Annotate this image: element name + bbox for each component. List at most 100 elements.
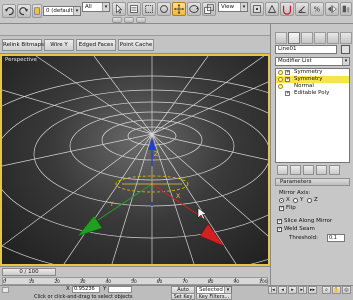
command-panel: Line01 Modifier List ▾ + Symmetry + Symm… (270, 24, 353, 285)
selection-filter-dropdown[interactable]: All ▾ (82, 2, 110, 12)
tab-relink-bitmaps[interactable]: Relink Bitmaps (2, 39, 44, 51)
redo-icon[interactable] (17, 4, 31, 18)
tab-edged-faces[interactable]: Edged Faces (76, 39, 116, 51)
pin-stack-icon[interactable] (277, 165, 288, 175)
set-key-button[interactable]: Set Key (171, 293, 195, 300)
select-move-icon[interactable] (172, 2, 186, 16)
ribbon-strip (0, 24, 270, 36)
stack-item-selected[interactable]: + Symmetry (276, 76, 349, 83)
axis-y-radio[interactable] (293, 198, 298, 203)
timeline-track[interactable]: 0 10 20 30 40 50 60 70 80 90 100 (2, 277, 268, 285)
percent-snap-icon[interactable]: % (310, 2, 324, 16)
weld-seam-checkbox[interactable]: ✓ (277, 227, 282, 232)
viewport-label[interactable]: Perspective (5, 57, 37, 63)
select-rotate-icon[interactable] (187, 2, 201, 16)
expand-icon[interactable]: + (285, 70, 290, 75)
key-filters-button[interactable]: Key Filters... (196, 293, 232, 300)
snap-toggle-icon[interactable] (280, 2, 294, 16)
select-object-icon[interactable] (112, 2, 126, 16)
status-bar: X 0.95236 Y Auto Key Selected ▾ Set Key … (0, 285, 353, 300)
lightbulb-icon[interactable] (278, 77, 283, 82)
modifier-stack[interactable]: + Symmetry + Symmetry Normal + Editable … (275, 68, 350, 163)
wireframe-mesh: Y X Z (2, 56, 268, 264)
axis-z-radio[interactable] (307, 198, 312, 203)
chevron-down-icon: ▾ (102, 3, 109, 11)
align-icon[interactable] (340, 2, 352, 16)
orbit-icon[interactable]: ◎ (342, 286, 351, 294)
next-frame-icon[interactable]: ▸| (298, 286, 307, 294)
configure-sets-icon[interactable] (329, 165, 340, 175)
select-scale-icon[interactable] (202, 2, 216, 16)
tab-wire-y[interactable]: Wire Y (44, 39, 74, 51)
chevron-down-icon: ▾ (342, 58, 349, 65)
unlink-icon[interactable] (124, 17, 134, 23)
mirror-icon[interactable] (325, 2, 339, 16)
layer-dropdown-value: 0 (default) (46, 8, 75, 14)
tab-label: Relink Bitmaps (3, 42, 44, 48)
tab-point-cache[interactable]: Point Cache (118, 39, 154, 51)
select-manipulate-icon[interactable] (265, 2, 279, 16)
key-filters-label: Key Filters... (198, 294, 230, 300)
play-icon[interactable]: ▸ (288, 286, 297, 294)
angle-snap-icon[interactable] (295, 2, 309, 16)
transform-gizmo: Y X Z (77, 138, 225, 247)
tab-label: Wire Y (50, 42, 68, 48)
x-coordinate-field[interactable]: 0.95236 (72, 286, 100, 293)
time-slider[interactable]: 0 / 100 (2, 268, 56, 276)
tab-label: Edged Faces (78, 42, 114, 48)
rectangular-selection-icon[interactable] (142, 2, 156, 16)
graphite-ribbon: Relink Bitmaps Wire Y Edged Faces Point … (0, 36, 270, 54)
axis-x-radio[interactable] (279, 198, 284, 203)
modify-tab-icon[interactable] (288, 32, 300, 44)
axis-z-label: Z (314, 197, 318, 203)
frame-display: 0 / 100 (19, 269, 39, 275)
object-color-swatch[interactable] (341, 45, 350, 54)
stack-item[interactable]: + Editable Poly (276, 90, 349, 97)
expand-icon[interactable]: + (285, 91, 290, 96)
perspective-viewport[interactable]: Perspective Y X Z (0, 54, 270, 266)
lock-icon[interactable] (2, 287, 9, 293)
previous-frame-icon[interactable]: ◂ (278, 286, 287, 294)
create-tab-icon[interactable] (275, 32, 287, 44)
weld-seam-label: Weld Seam (284, 226, 315, 232)
pan-icon[interactable]: ✋ (332, 286, 341, 294)
lightbulb-icon[interactable] (278, 70, 283, 75)
zoom-icon[interactable]: ⌕ (322, 286, 331, 294)
set-key-label: Set Key (173, 294, 193, 300)
layer-dropdown[interactable]: 0 (default) ▾ (43, 6, 81, 16)
stack-item-label: Symmetry (294, 69, 323, 75)
go-to-end-icon[interactable]: ▸▸ (308, 286, 317, 294)
modifier-list-dropdown[interactable]: Modifier List ▾ (275, 57, 350, 66)
go-to-start-icon[interactable]: |◂ (268, 286, 277, 294)
pivot-center-icon[interactable] (250, 2, 264, 16)
window-crossing-icon[interactable] (157, 2, 171, 16)
object-name-field[interactable]: Line01 (275, 45, 337, 54)
make-unique-icon[interactable] (303, 165, 314, 175)
modifier-list-label: Modifier List (278, 58, 312, 64)
reference-coord-dropdown[interactable]: View ▾ (218, 2, 248, 12)
hierarchy-tab-icon[interactable] (301, 32, 313, 44)
slice-along-mirror-checkbox[interactable]: ✓ (277, 219, 282, 224)
remove-modifier-icon[interactable] (316, 165, 327, 175)
utilities-tab-icon[interactable] (340, 32, 352, 44)
stack-item[interactable]: Normal (276, 83, 349, 90)
flip-checkbox[interactable]: ✓ (279, 206, 284, 211)
selection-filter-value: All (85, 4, 92, 10)
show-end-result-icon[interactable] (290, 165, 301, 175)
lightbulb-icon[interactable] (278, 84, 283, 89)
stack-item[interactable]: + Symmetry (276, 69, 349, 76)
select-by-name-icon[interactable] (127, 2, 141, 16)
mirror-axis-label: Mirror Axis: (279, 190, 311, 196)
parameters-rollout[interactable]: Parameters (275, 178, 350, 186)
layer-icon[interactable] (32, 4, 42, 18)
expand-icon[interactable]: + (285, 77, 290, 82)
display-tab-icon[interactable] (327, 32, 339, 44)
y-coordinate-label: Y (103, 286, 107, 292)
stack-item-label: Editable Poly (294, 90, 330, 96)
link-icon[interactable] (112, 17, 122, 23)
y-coordinate-field[interactable] (108, 286, 132, 293)
threshold-spinner[interactable]: 0.1 (327, 234, 345, 242)
undo-icon[interactable] (2, 4, 16, 18)
motion-tab-icon[interactable] (314, 32, 326, 44)
bind-space-warp-icon[interactable] (136, 17, 146, 23)
